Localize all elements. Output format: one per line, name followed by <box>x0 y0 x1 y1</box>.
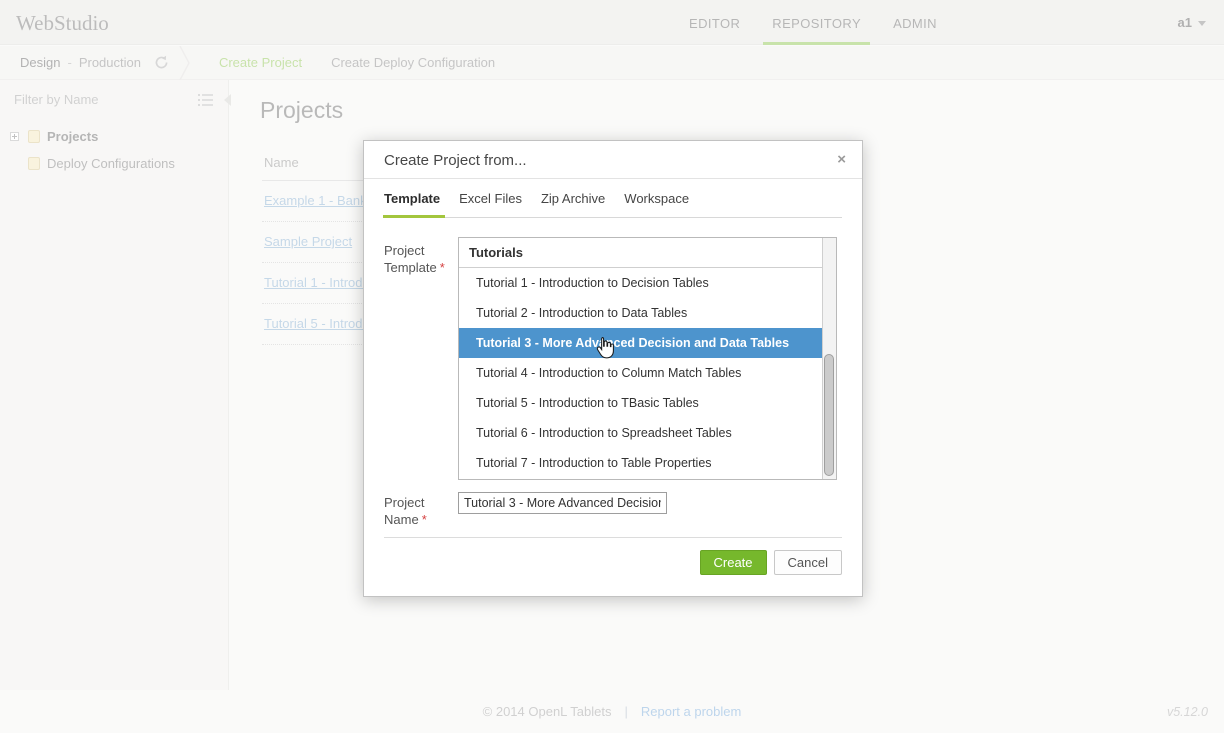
project-name-label-text: Project Name <box>384 495 424 527</box>
dialog-header: Create Project from... × <box>364 141 862 179</box>
scrollbar-thumb[interactable] <box>824 354 834 476</box>
project-name-row: Project Name* <box>384 489 842 528</box>
project-name-input[interactable] <box>458 492 667 514</box>
webstudio-app: WebStudio EDITORREPOSITORYADMIN a1 Desig… <box>0 0 1224 733</box>
listbox-option[interactable]: Tutorial 7 - Introduction to Table Prope… <box>459 448 822 478</box>
create-button[interactable]: Create <box>700 550 767 575</box>
listbox-option[interactable]: Tutorial 6 - Introduction to Spreadsheet… <box>459 418 822 448</box>
project-template-label-text: Project Template <box>384 243 437 275</box>
project-template-label: Project Template* <box>384 237 448 480</box>
dialog-tab[interactable]: Workspace <box>624 191 689 218</box>
listbox-options: Tutorial 1 - Introduction to Decision Ta… <box>459 268 836 478</box>
required-mark: * <box>440 260 445 275</box>
scrollbar[interactable] <box>822 238 836 479</box>
dialog-tabs: Template Excel Files Zip Archive Workspace <box>384 191 842 218</box>
cancel-button[interactable]: Cancel <box>774 550 842 575</box>
dialog-tab[interactable]: Zip Archive <box>541 191 605 218</box>
required-mark: * <box>422 512 427 527</box>
dialog-tab[interactable]: Excel Files <box>459 191 522 218</box>
create-project-dialog: Create Project from... × Template Excel F… <box>363 140 863 597</box>
listbox-group-header: Tutorials <box>459 238 822 268</box>
template-listbox[interactable]: Tutorials Tutorial 1 - Introduction to D… <box>458 237 837 480</box>
dialog-tab[interactable]: Template <box>384 191 440 218</box>
close-icon[interactable]: × <box>837 141 846 179</box>
dialog-title: Create Project from... <box>384 141 527 180</box>
listbox-option[interactable]: Tutorial 2 - Introduction to Data Tables <box>459 298 822 328</box>
listbox-option[interactable]: Tutorial 4 - Introduction to Column Matc… <box>459 358 822 388</box>
dialog-divider <box>384 537 842 538</box>
listbox-option[interactable]: Tutorial 3 - More Advanced Decision and … <box>459 328 822 358</box>
listbox-option[interactable]: Tutorial 5 - Introduction to TBasic Tabl… <box>459 388 822 418</box>
listbox-option[interactable]: Tutorial 1 - Introduction to Decision Ta… <box>459 268 822 298</box>
hand-cursor <box>593 336 614 365</box>
project-name-label: Project Name* <box>384 489 448 528</box>
dialog-buttons: Create Cancel <box>700 550 843 575</box>
